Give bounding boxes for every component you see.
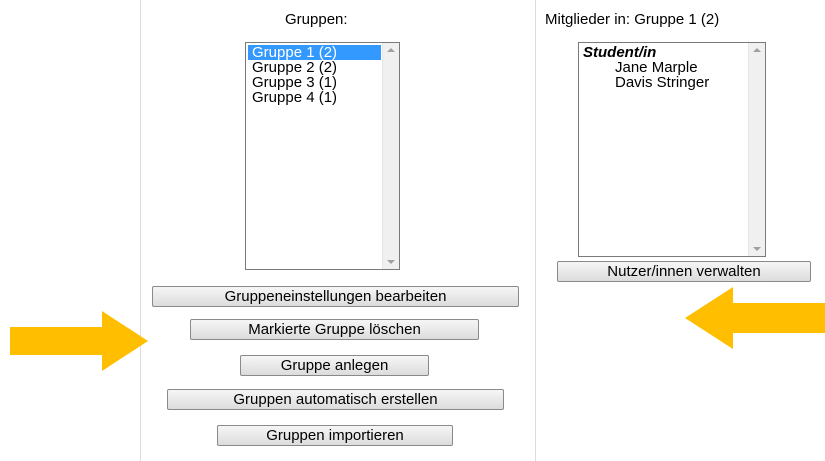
manage-users-button[interactable]: Nutzer/innen verwalten xyxy=(557,261,811,282)
groups-heading: Gruppen: xyxy=(285,11,348,28)
create-group-button[interactable]: Gruppe anlegen xyxy=(240,355,429,376)
panel-divider xyxy=(535,0,536,461)
groups-listbox[interactable]: Gruppe 1 (2) Gruppe 2 (2) Gruppe 3 (1) G… xyxy=(245,42,400,270)
left-pointing-arrow-icon xyxy=(685,287,825,349)
groups-scrollbar[interactable] xyxy=(382,43,399,269)
scroll-up-arrow-icon[interactable] xyxy=(753,48,761,52)
auto-create-groups-button[interactable]: Gruppen automatisch erstellen xyxy=(167,389,504,410)
role-group-label: Student/in xyxy=(583,44,657,61)
edit-group-settings-button[interactable]: Gruppeneinstellungen bearbeiten xyxy=(152,286,519,307)
delete-selected-group-button[interactable]: Markierte Gruppe löschen xyxy=(190,319,479,340)
members-heading: Mitglieder in: Gruppe 1 (2) xyxy=(545,11,720,28)
members-listbox[interactable]: Student/in Jane Marple Davis Stringer xyxy=(578,42,766,257)
scroll-down-arrow-icon[interactable] xyxy=(753,247,761,251)
left-panel-border xyxy=(140,0,141,461)
group-option[interactable]: Gruppe 4 (1) xyxy=(248,90,381,105)
member-option[interactable]: Davis Stringer xyxy=(581,75,747,90)
scroll-up-arrow-icon[interactable] xyxy=(387,48,395,52)
member-option[interactable]: Jane Marple xyxy=(581,60,747,75)
group-option[interactable]: Gruppe 1 (2) xyxy=(248,45,381,60)
scroll-down-arrow-icon[interactable] xyxy=(387,260,395,264)
group-option[interactable]: Gruppe 2 (2) xyxy=(248,60,381,75)
members-scrollbar[interactable] xyxy=(748,43,765,256)
right-pointing-arrow-icon xyxy=(10,311,148,371)
group-option[interactable]: Gruppe 3 (1) xyxy=(248,75,381,90)
import-groups-button[interactable]: Gruppen importieren xyxy=(217,425,453,446)
